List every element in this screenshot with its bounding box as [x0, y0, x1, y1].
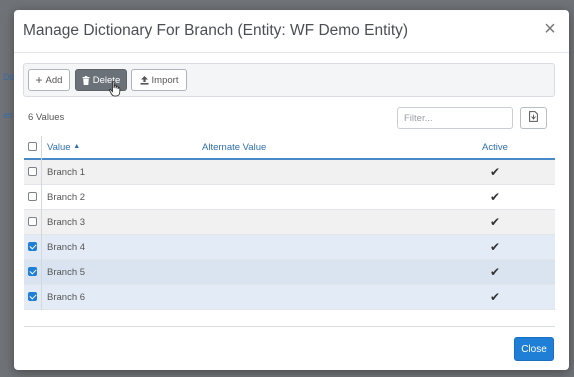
- grid-column-divider: [41, 136, 42, 310]
- toolbar: + Add Delete Import: [23, 63, 555, 97]
- active-check-icon: ✔: [490, 240, 501, 254]
- background-fragment: Do: [3, 72, 15, 82]
- table-row[interactable]: Branch 2 ✔: [24, 185, 555, 210]
- active-check-icon: ✔: [490, 215, 501, 229]
- column-header-alternate-value[interactable]: Alternate Value: [202, 142, 266, 153]
- values-count: 6 Values: [28, 112, 65, 123]
- row-value: Branch 4: [47, 242, 86, 253]
- background-fragment: es: [3, 110, 13, 120]
- table-row[interactable]: Branch 5 ✔: [24, 260, 555, 285]
- row-value: Branch 2: [47, 192, 86, 203]
- filter-input[interactable]: [397, 107, 513, 129]
- dialog-header: Manage Dictionary For Branch (Entity: WF…: [14, 10, 569, 53]
- table-row[interactable]: Branch 3 ✔: [24, 210, 555, 235]
- add-button[interactable]: + Add: [28, 69, 70, 91]
- row-checkbox[interactable]: [28, 167, 37, 176]
- export-button[interactable]: [520, 107, 547, 129]
- table-row[interactable]: Branch 4 ✔: [24, 235, 555, 260]
- add-button-label: Add: [45, 74, 63, 86]
- row-checkbox[interactable]: [28, 242, 37, 251]
- manage-dictionary-dialog: Manage Dictionary For Branch (Entity: WF…: [14, 10, 569, 370]
- row-checkbox[interactable]: [28, 292, 37, 301]
- column-header-value-label: Value: [47, 142, 71, 153]
- trash-icon: [82, 75, 90, 85]
- hand-cursor-icon: [109, 81, 121, 102]
- upload-icon: [140, 75, 149, 85]
- values-grid: Value ▲ Alternate Value Active Branch 1 …: [24, 136, 555, 327]
- row-checkbox[interactable]: [28, 267, 37, 276]
- dialog-title: Manage Dictionary For Branch (Entity: WF…: [23, 22, 409, 39]
- row-value: Branch 6: [47, 292, 86, 303]
- row-checkbox[interactable]: [28, 192, 37, 201]
- select-all-checkbox[interactable]: [28, 142, 37, 151]
- import-button-label: Import: [151, 74, 179, 86]
- active-check-icon: ✔: [490, 165, 501, 179]
- close-icon[interactable]: ×: [541, 19, 559, 39]
- active-check-icon: ✔: [490, 190, 501, 204]
- file-export-icon: [529, 109, 538, 127]
- active-check-icon: ✔: [490, 290, 501, 304]
- import-button[interactable]: Import: [131, 69, 187, 91]
- grid-header: Value ▲ Alternate Value Active: [24, 136, 555, 160]
- row-checkbox[interactable]: [28, 217, 37, 226]
- column-header-active[interactable]: Active: [482, 142, 508, 153]
- row-value: Branch 3: [47, 217, 86, 228]
- active-check-icon: ✔: [490, 265, 501, 279]
- close-button[interactable]: Close: [514, 337, 554, 361]
- row-value: Branch 5: [47, 267, 86, 278]
- column-header-value[interactable]: Value ▲: [47, 142, 80, 153]
- table-row[interactable]: Branch 1 ✔: [24, 160, 555, 185]
- plus-icon: +: [35, 73, 43, 87]
- sort-ascending-icon: ▲: [73, 143, 81, 150]
- row-value: Branch 1: [47, 167, 86, 178]
- table-row[interactable]: Branch 6 ✔: [24, 285, 555, 310]
